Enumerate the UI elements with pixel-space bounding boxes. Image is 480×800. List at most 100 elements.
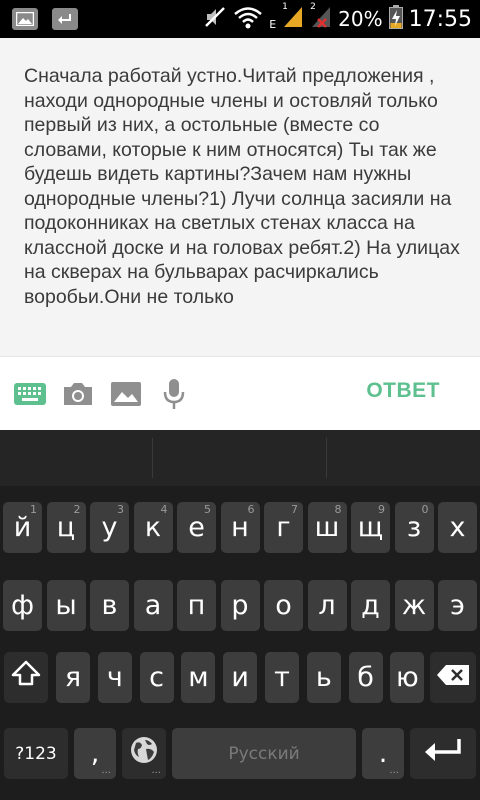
signal-icon: 2 xyxy=(310,2,332,33)
key-label: ж xyxy=(401,590,427,621)
battery-icon xyxy=(388,5,403,33)
key-hint: 1 xyxy=(30,503,37,516)
key-о[interactable]: о xyxy=(264,580,303,631)
key-а[interactable]: а xyxy=(133,580,173,631)
key-е[interactable]: е5 xyxy=(177,502,216,553)
key-э[interactable]: э xyxy=(438,580,477,631)
status-bar: E 1 2 20% 17:55 xyxy=(0,0,480,38)
key-label: л xyxy=(318,590,336,621)
key-label: ы xyxy=(55,590,77,621)
key-label: п xyxy=(187,590,206,621)
symbols-key[interactable]: ?123 xyxy=(4,728,68,779)
key-ц[interactable]: ц2 xyxy=(46,502,86,553)
key-label: б xyxy=(357,662,374,693)
key-label: е xyxy=(188,512,205,543)
backspace-key[interactable] xyxy=(430,652,476,703)
key-label: у xyxy=(101,512,118,543)
key-label: к xyxy=(144,512,162,543)
key-я[interactable]: я xyxy=(56,652,90,703)
mute-icon xyxy=(203,5,227,33)
key-label: ь xyxy=(315,662,332,693)
key-ю[interactable]: ю xyxy=(390,652,425,703)
key-з[interactable]: з0 xyxy=(394,502,434,553)
key-ф[interactable]: ф xyxy=(3,580,42,631)
key-label: щ xyxy=(357,512,384,543)
signal-icon: 1 xyxy=(282,2,304,33)
shift-key[interactable] xyxy=(4,652,48,703)
key-щ[interactable]: щ9 xyxy=(351,502,390,553)
key-label: з xyxy=(406,512,422,543)
suggestion-strip[interactable] xyxy=(0,430,480,486)
key-label: д xyxy=(361,590,380,621)
key-label: т xyxy=(274,662,290,693)
camera-icon[interactable] xyxy=(61,377,95,411)
period-key[interactable]: . ... xyxy=(362,728,404,779)
key-label: г xyxy=(276,512,291,543)
shift-icon xyxy=(11,659,41,696)
key-ж[interactable]: ж xyxy=(394,580,434,631)
key-label: и xyxy=(231,662,249,693)
key-с[interactable]: с xyxy=(139,652,174,703)
keyboard: й1ц2у3к4е5н6г7ш8щ9з0х фывапролджэ ячсмит… xyxy=(0,430,480,800)
enter-icon xyxy=(423,737,463,770)
key-м[interactable]: м xyxy=(181,652,216,703)
question-text[interactable]: Сначала работай устно.Читай предложения … xyxy=(24,64,464,309)
key-н[interactable]: н6 xyxy=(220,502,260,553)
key-х[interactable]: х xyxy=(438,502,477,553)
key-label: а xyxy=(144,590,162,621)
key-и[interactable]: и xyxy=(223,652,258,703)
enter-key[interactable] xyxy=(410,728,476,779)
key-label: в xyxy=(101,590,118,621)
key-label: й xyxy=(13,512,32,543)
space-key[interactable]: Русский xyxy=(172,728,356,779)
key-hint: 9 xyxy=(378,503,385,516)
key-б[interactable]: б xyxy=(348,652,383,703)
keyboard-icon[interactable] xyxy=(13,377,47,411)
clock: 17:55 xyxy=(408,6,472,32)
key-hint: 8 xyxy=(334,503,342,516)
language-key[interactable]: ... xyxy=(122,728,166,779)
key-label: ч xyxy=(106,662,123,693)
key-й[interactable]: й1 xyxy=(3,502,42,553)
key-label: ю xyxy=(396,662,419,693)
key-д[interactable]: д xyxy=(351,580,390,631)
key-label: м xyxy=(188,662,209,693)
usb-icon xyxy=(52,8,78,30)
key-hint: 3 xyxy=(117,503,124,516)
answer-toolbar: ОТВЕТ xyxy=(0,356,480,431)
comma-key[interactable]: , ... xyxy=(74,728,116,779)
wifi-icon xyxy=(233,5,263,33)
key-hint: 4 xyxy=(160,503,168,516)
key-hint: 6 xyxy=(247,503,255,516)
key-ы[interactable]: ы xyxy=(46,580,86,631)
key-label: ц xyxy=(56,512,76,543)
key-ь[interactable]: ь xyxy=(306,652,341,703)
key-label: э xyxy=(450,590,465,621)
key-т[interactable]: т xyxy=(265,652,299,703)
key-к[interactable]: к4 xyxy=(133,502,173,553)
backspace-icon xyxy=(436,662,470,693)
key-р[interactable]: р xyxy=(220,580,260,631)
key-в[interactable]: в xyxy=(90,580,129,631)
key-label: я xyxy=(64,662,82,693)
key-label: ш xyxy=(314,512,340,543)
key-г[interactable]: г7 xyxy=(264,502,303,553)
key-л[interactable]: л xyxy=(307,580,347,631)
key-label: ф xyxy=(10,590,35,621)
image-icon[interactable] xyxy=(109,377,143,411)
key-ч[interactable]: ч xyxy=(97,652,132,703)
battery-percent: 20% xyxy=(338,7,383,31)
key-label: о xyxy=(275,590,292,621)
answer-button[interactable]: ОТВЕТ xyxy=(366,379,440,403)
question-panel[interactable]: Сначала работай устно.Читай предложения … xyxy=(0,38,480,356)
key-hint: 7 xyxy=(291,503,298,516)
key-п[interactable]: п xyxy=(177,580,216,631)
key-label: н xyxy=(231,512,249,543)
microphone-icon[interactable] xyxy=(157,377,191,411)
key-ш[interactable]: ш8 xyxy=(307,502,347,553)
key-label: с xyxy=(149,662,165,693)
gallery-icon xyxy=(12,8,38,30)
key-label: х xyxy=(449,512,466,543)
key-у[interactable]: у3 xyxy=(90,502,129,553)
key-label: р xyxy=(231,590,249,621)
